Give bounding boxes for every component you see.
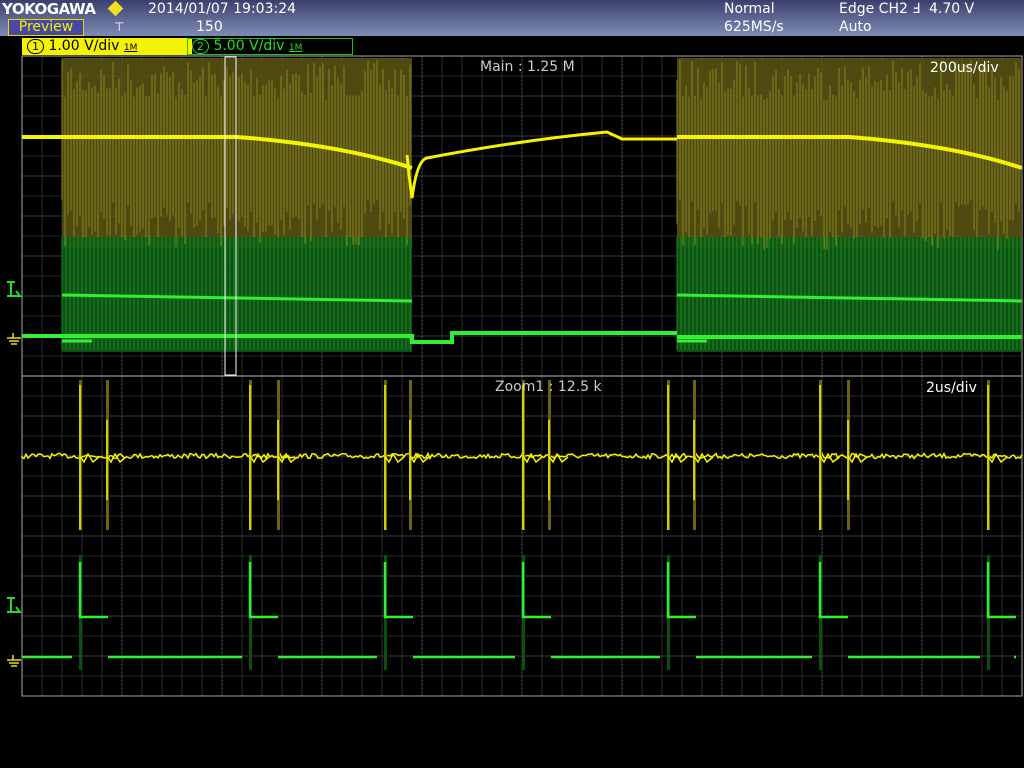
main-title: Main : 1.25 M <box>480 59 575 75</box>
main-timebase: 200us/div <box>930 60 999 76</box>
ground-marker-icon <box>7 655 21 667</box>
ch1-spike <box>522 385 543 530</box>
ch1-spike <box>847 420 868 500</box>
ch1-spike <box>693 420 714 500</box>
ground-marker-icon <box>7 333 21 345</box>
ch1-spike <box>384 385 405 530</box>
ch2-trigger-level-icon <box>7 597 23 613</box>
zoom-title: Zoom1 : 12.5 k <box>495 379 602 395</box>
ch2-burst-lines <box>676 237 1022 350</box>
zoom-timebase: 2us/div <box>926 380 977 396</box>
ch1-spike <box>409 420 430 500</box>
ch1-spike <box>106 420 127 500</box>
ch1-spike <box>819 385 840 530</box>
ch2-trigger-level-icon <box>7 281 23 297</box>
ch1-spike <box>548 420 569 500</box>
ch1-spike <box>277 420 298 500</box>
ch1-spike <box>667 385 688 530</box>
